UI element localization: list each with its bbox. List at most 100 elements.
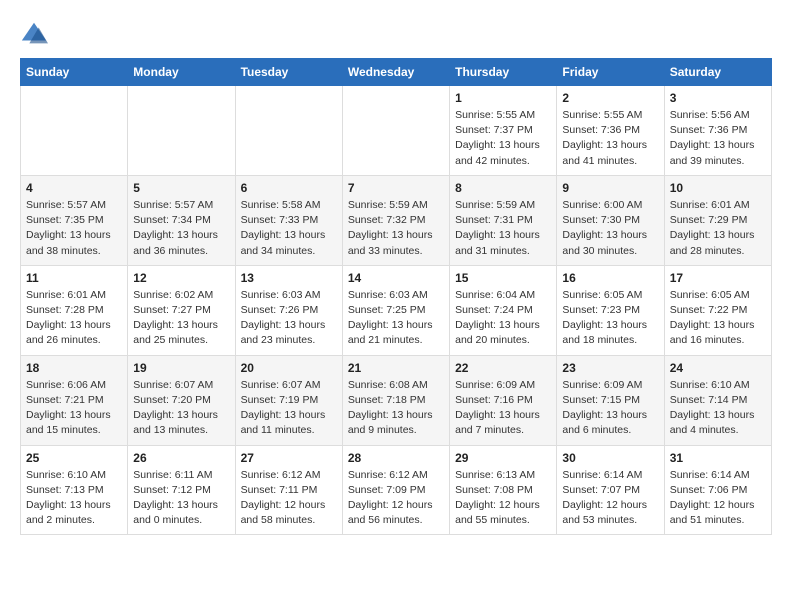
day-info: Sunrise: 5:55 AM Sunset: 7:36 PM Dayligh… (562, 108, 658, 169)
day-info: Sunrise: 6:10 AM Sunset: 7:13 PM Dayligh… (26, 468, 122, 529)
calendar-cell: 28Sunrise: 6:12 AM Sunset: 7:09 PM Dayli… (342, 445, 449, 535)
day-info: Sunrise: 6:12 AM Sunset: 7:11 PM Dayligh… (241, 468, 337, 529)
day-info: Sunrise: 6:05 AM Sunset: 7:23 PM Dayligh… (562, 288, 658, 349)
day-number: 6 (241, 181, 337, 195)
calendar-cell: 24Sunrise: 6:10 AM Sunset: 7:14 PM Dayli… (664, 355, 771, 445)
calendar-cell: 31 Sunrise: 6:14 AM Sunset: 7:06 PM Dayli… (664, 445, 771, 535)
calendar-cell: 7Sunrise: 5:59 AM Sunset: 7:32 PM Daylig… (342, 175, 449, 265)
day-number: 13 (241, 271, 337, 285)
day-info: Sunrise: 6:07 AM Sunset: 7:20 PM Dayligh… (133, 378, 229, 439)
calendar-cell (235, 86, 342, 176)
calendar-cell: 2 Sunrise: 5:55 AM Sunset: 7:36 PM Daylig… (557, 86, 664, 176)
calendar-cell: 21 Sunrise: 6:08 AM Sunset: 7:18 PM Dayli… (342, 355, 449, 445)
calendar-cell: 27 Sunrise: 6:12 AM Sunset: 7:11 PM Dayli… (235, 445, 342, 535)
day-info: Sunrise: 6:14 AM Sunset: 7:07 PM Dayligh… (562, 468, 658, 529)
weekday-header-row: SundayMondayTuesdayWednesdayThursdayFrid… (21, 59, 772, 86)
calendar-cell: 18 Sunrise: 6:06 AM Sunset: 7:21 PM Dayli… (21, 355, 128, 445)
calendar-cell: 1 Sunrise: 5:55 AM Sunset: 7:37 PM Daylig… (450, 86, 557, 176)
calendar-header: SundayMondayTuesdayWednesdayThursdayFrid… (21, 59, 772, 86)
day-number: 2 (562, 91, 658, 105)
weekday-header-saturday: Saturday (664, 59, 771, 86)
calendar-cell: 15 Sunrise: 6:04 AM Sunset: 7:24 PM Dayli… (450, 265, 557, 355)
day-number: 14 (348, 271, 444, 285)
day-info: Sunrise: 6:03 AM Sunset: 7:25 PM Dayligh… (348, 288, 444, 349)
calendar-cell: 26Sunrise: 6:11 AM Sunset: 7:12 PM Dayli… (128, 445, 235, 535)
calendar-cell: 19 Sunrise: 6:07 AM Sunset: 7:20 PM Dayli… (128, 355, 235, 445)
day-number: 7 (348, 181, 444, 195)
day-number: 31 (670, 451, 766, 465)
day-info: Sunrise: 6:06 AM Sunset: 7:21 PM Dayligh… (26, 378, 122, 439)
calendar-cell: 25 Sunrise: 6:10 AM Sunset: 7:13 PM Dayli… (21, 445, 128, 535)
calendar-week-3: 11 Sunrise: 6:01 AM Sunset: 7:28 PM Dayli… (21, 265, 772, 355)
day-number: 30 (562, 451, 658, 465)
day-info: Sunrise: 6:09 AM Sunset: 7:15 PM Dayligh… (562, 378, 658, 439)
day-info: Sunrise: 6:01 AM Sunset: 7:29 PM Dayligh… (670, 198, 766, 259)
day-number: 10 (670, 181, 766, 195)
day-info: Sunrise: 5:58 AM Sunset: 7:33 PM Dayligh… (241, 198, 337, 259)
day-number: 25 (26, 451, 122, 465)
day-info: Sunrise: 5:57 AM Sunset: 7:34 PM Dayligh… (133, 198, 229, 259)
day-info: Sunrise: 6:12 AM Sunset: 7:09 PM Dayligh… (348, 468, 444, 529)
day-info: Sunrise: 6:02 AM Sunset: 7:27 PM Dayligh… (133, 288, 229, 349)
calendar-week-1: 1 Sunrise: 5:55 AM Sunset: 7:37 PM Daylig… (21, 86, 772, 176)
day-number: 18 (26, 361, 122, 375)
calendar-cell: 23 Sunrise: 6:09 AM Sunset: 7:15 PM Dayli… (557, 355, 664, 445)
day-info: Sunrise: 6:03 AM Sunset: 7:26 PM Dayligh… (241, 288, 337, 349)
day-info: Sunrise: 5:55 AM Sunset: 7:37 PM Dayligh… (455, 108, 551, 169)
calendar-week-2: 4Sunrise: 5:57 AM Sunset: 7:35 PM Daylig… (21, 175, 772, 265)
calendar-cell: 9 Sunrise: 6:00 AM Sunset: 7:30 PM Daylig… (557, 175, 664, 265)
day-number: 21 (348, 361, 444, 375)
calendar-table: SundayMondayTuesdayWednesdayThursdayFrid… (20, 58, 772, 535)
calendar-cell: 16 Sunrise: 6:05 AM Sunset: 7:23 PM Dayli… (557, 265, 664, 355)
calendar-cell: 8Sunrise: 5:59 AM Sunset: 7:31 PM Daylig… (450, 175, 557, 265)
day-info: Sunrise: 6:04 AM Sunset: 7:24 PM Dayligh… (455, 288, 551, 349)
day-info: Sunrise: 6:05 AM Sunset: 7:22 PM Dayligh… (670, 288, 766, 349)
day-info: Sunrise: 6:11 AM Sunset: 7:12 PM Dayligh… (133, 468, 229, 529)
day-number: 16 (562, 271, 658, 285)
day-number: 1 (455, 91, 551, 105)
weekday-header-sunday: Sunday (21, 59, 128, 86)
day-number: 11 (26, 271, 122, 285)
logo-icon (20, 20, 48, 48)
weekday-header-wednesday: Wednesday (342, 59, 449, 86)
day-info: Sunrise: 6:10 AM Sunset: 7:14 PM Dayligh… (670, 378, 766, 439)
calendar-cell: 5Sunrise: 5:57 AM Sunset: 7:34 PM Daylig… (128, 175, 235, 265)
weekday-header-thursday: Thursday (450, 59, 557, 86)
calendar-cell: 30 Sunrise: 6:14 AM Sunset: 7:07 PM Dayli… (557, 445, 664, 535)
day-info: Sunrise: 5:56 AM Sunset: 7:36 PM Dayligh… (670, 108, 766, 169)
day-info: Sunrise: 6:01 AM Sunset: 7:28 PM Dayligh… (26, 288, 122, 349)
day-number: 17 (670, 271, 766, 285)
day-number: 27 (241, 451, 337, 465)
calendar-cell: 17 Sunrise: 6:05 AM Sunset: 7:22 PM Dayli… (664, 265, 771, 355)
day-info: Sunrise: 6:14 AM Sunset: 7:06 PM Dayligh… (670, 468, 766, 529)
day-number: 20 (241, 361, 337, 375)
day-number: 23 (562, 361, 658, 375)
day-info: Sunrise: 6:00 AM Sunset: 7:30 PM Dayligh… (562, 198, 658, 259)
calendar-cell: 22 Sunrise: 6:09 AM Sunset: 7:16 PM Dayli… (450, 355, 557, 445)
calendar-week-4: 18 Sunrise: 6:06 AM Sunset: 7:21 PM Dayli… (21, 355, 772, 445)
day-number: 3 (670, 91, 766, 105)
logo (20, 20, 52, 48)
weekday-header-monday: Monday (128, 59, 235, 86)
day-number: 15 (455, 271, 551, 285)
calendar-body: 1 Sunrise: 5:55 AM Sunset: 7:37 PM Daylig… (21, 86, 772, 535)
day-number: 22 (455, 361, 551, 375)
calendar-week-5: 25 Sunrise: 6:10 AM Sunset: 7:13 PM Dayli… (21, 445, 772, 535)
calendar-cell: 10 Sunrise: 6:01 AM Sunset: 7:29 PM Dayli… (664, 175, 771, 265)
calendar-cell: 4Sunrise: 5:57 AM Sunset: 7:35 PM Daylig… (21, 175, 128, 265)
calendar-cell (21, 86, 128, 176)
day-number: 8 (455, 181, 551, 195)
calendar-cell: 13 Sunrise: 6:03 AM Sunset: 7:26 PM Dayli… (235, 265, 342, 355)
calendar-cell: 3 Sunrise: 5:56 AM Sunset: 7:36 PM Daylig… (664, 86, 771, 176)
day-info: Sunrise: 6:09 AM Sunset: 7:16 PM Dayligh… (455, 378, 551, 439)
calendar-cell (342, 86, 449, 176)
day-number: 9 (562, 181, 658, 195)
calendar-cell: 11 Sunrise: 6:01 AM Sunset: 7:28 PM Dayli… (21, 265, 128, 355)
day-number: 4 (26, 181, 122, 195)
day-number: 29 (455, 451, 551, 465)
weekday-header-friday: Friday (557, 59, 664, 86)
day-info: Sunrise: 6:08 AM Sunset: 7:18 PM Dayligh… (348, 378, 444, 439)
day-number: 19 (133, 361, 229, 375)
day-number: 12 (133, 271, 229, 285)
calendar-cell (128, 86, 235, 176)
